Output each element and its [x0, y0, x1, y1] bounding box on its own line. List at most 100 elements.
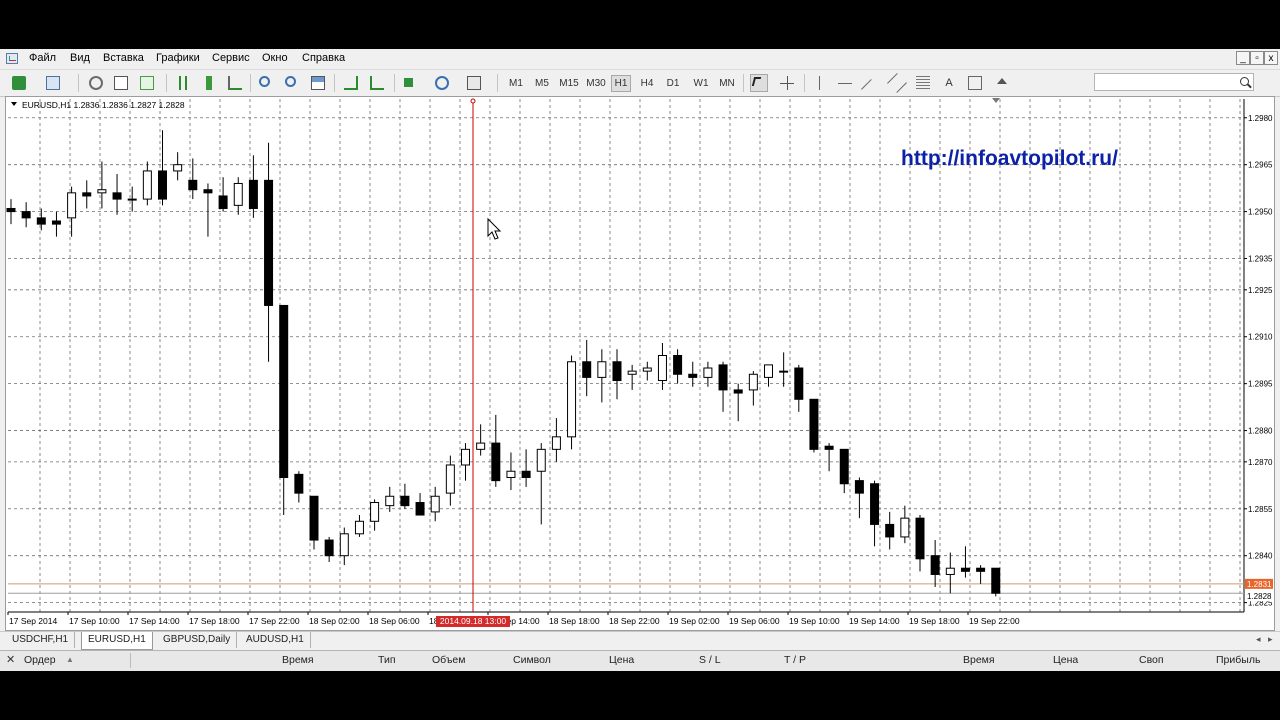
menu-insert[interactable]: Вставка — [103, 52, 144, 64]
y-tick-label: 1.2950 — [1248, 208, 1273, 217]
restore-button[interactable]: ▫ — [1250, 51, 1264, 65]
col-order[interactable]: Ордер — [24, 654, 56, 666]
timeframe-m15[interactable]: M15 — [557, 75, 581, 92]
new-chart-button[interactable] — [10, 74, 28, 92]
candle — [809, 398, 819, 453]
candle-body-bull — [233, 182, 243, 206]
search-input[interactable] — [1094, 73, 1254, 91]
minimize-button[interactable]: _ — [1236, 51, 1250, 65]
candle-body-bear — [612, 361, 622, 382]
menu-tools[interactable]: Сервис — [212, 52, 250, 64]
col-tp[interactable]: T / P — [784, 654, 806, 666]
tab-eurusd[interactable]: EURUSD,H1 — [81, 632, 153, 650]
close-button[interactable]: x — [1264, 51, 1278, 65]
col-profit[interactable]: Прибыль — [1216, 654, 1260, 666]
candle-body-bear — [915, 517, 925, 560]
vertical-line-button[interactable] — [810, 74, 828, 92]
auto-scroll-icon — [344, 76, 358, 90]
chart-window[interactable]: 1.2980 1.2965 1.2950 1.2935 1.2925 1.2910 1.28… — [5, 96, 1275, 631]
y-tick-label: 1.2840 — [1248, 552, 1273, 561]
tile-windows-icon — [311, 76, 325, 90]
candlestick-button[interactable] — [200, 74, 218, 92]
timeframe-mn[interactable]: MN — [716, 75, 738, 92]
col-sl[interactable]: S / L — [699, 654, 721, 666]
zoom-in-button[interactable] — [257, 74, 275, 92]
col-type[interactable]: Тип — [378, 654, 396, 666]
timeframe-m5[interactable]: M5 — [531, 75, 553, 92]
candle-body-bear — [809, 398, 819, 450]
timeframe-m30[interactable]: M30 — [584, 75, 608, 92]
y-tick-label: 1.2925 — [1248, 286, 1273, 295]
col-volume[interactable]: Объем — [432, 654, 465, 666]
candle-body-bear — [839, 448, 849, 485]
x-tick-label: 19 Sep 18:00 — [909, 616, 960, 626]
arrows-button[interactable] — [993, 74, 1011, 92]
candle-body-bull — [567, 361, 577, 438]
navigator-button[interactable] — [112, 74, 130, 92]
col-symbol[interactable]: Символ — [513, 654, 551, 666]
tile-windows-button[interactable] — [309, 74, 327, 92]
timeframe-d1[interactable]: D1 — [663, 75, 683, 92]
indicators-button[interactable] — [401, 74, 419, 92]
templates-button[interactable] — [465, 74, 483, 92]
text-label-button[interactable] — [966, 74, 984, 92]
timeframe-h1[interactable]: H1 — [611, 75, 631, 92]
watermark-url: http://infoavtopilot.ru/ — [901, 147, 1118, 170]
candle-body-bear — [673, 355, 683, 375]
candle-body-bull — [142, 170, 152, 200]
channel-button[interactable] — [887, 73, 907, 93]
crosshair-tool-button[interactable] — [778, 74, 796, 92]
timeframe-w1[interactable]: W1 — [690, 75, 712, 92]
col-price[interactable]: Цена — [609, 654, 634, 666]
candle-body-bull — [900, 517, 910, 538]
column-divider — [130, 653, 131, 668]
fibonacci-button[interactable] — [914, 74, 932, 92]
data-window-button[interactable] — [138, 74, 156, 92]
timeframe-h4[interactable]: H4 — [637, 75, 657, 92]
text-tool-button[interactable]: A — [940, 74, 958, 92]
auto-scroll-button[interactable] — [342, 74, 360, 92]
timeframe-m1[interactable]: M1 — [505, 75, 527, 92]
candle-body-bear — [824, 445, 834, 450]
col-close-time[interactable]: Время — [963, 654, 995, 666]
candle-body-bear — [960, 567, 970, 572]
tab-scroll-right-icon[interactable]: ▸ — [1268, 634, 1273, 645]
col-swap[interactable]: Своп — [1139, 654, 1164, 666]
periods-button[interactable] — [433, 74, 451, 92]
menu-window[interactable]: Окно — [262, 52, 288, 64]
tab-audusd[interactable]: AUDUSD,H1 — [240, 632, 311, 648]
bar-chart-button[interactable] — [174, 74, 192, 92]
trendline-button[interactable] — [861, 74, 881, 99]
new-chart-icon — [12, 76, 26, 90]
chart-shift-button[interactable] — [368, 74, 386, 92]
price-chart[interactable]: 1.2980 1.2965 1.2950 1.2935 1.2925 1.2910 1.28… — [6, 97, 1274, 630]
tab-usdchf[interactable]: USDCHF,H1 — [6, 632, 76, 648]
menu-help[interactable]: Справка — [302, 52, 345, 64]
market-watch-button[interactable] — [87, 74, 105, 92]
tab-gbpusd[interactable]: GBPUSD,Daily — [157, 632, 238, 648]
horizontal-line-button[interactable] — [836, 74, 854, 92]
zoom-out-button[interactable] — [283, 74, 301, 92]
x-tick-label: 17 Sep 22:00 — [249, 616, 300, 626]
y-tick-label: 1.2880 — [1248, 427, 1273, 436]
arrows-icon — [997, 78, 1007, 84]
candle-body-bull — [597, 361, 607, 378]
profiles-button[interactable] — [44, 74, 62, 92]
col-time[interactable]: Время — [282, 654, 314, 666]
x-tick-label: 18 Sep 18:00 — [549, 616, 600, 626]
menu-charts[interactable]: Графики — [156, 52, 200, 64]
menu-view[interactable]: Вид — [70, 52, 90, 64]
candle-body-bull — [339, 533, 349, 557]
candle-body-bull — [461, 448, 470, 466]
candle-body-bear — [203, 189, 213, 194]
col-close-price[interactable]: Цена — [1053, 654, 1078, 666]
line-chart-button[interactable] — [226, 74, 244, 92]
close-terminal-icon[interactable]: ✕ — [6, 653, 15, 666]
candle-body-bull — [354, 520, 364, 535]
menu-file[interactable]: Файл — [29, 52, 56, 64]
cursor-tool-button[interactable] — [750, 74, 768, 92]
clock-icon — [435, 76, 449, 90]
candle-body-bull — [703, 367, 713, 378]
candle-body-bull — [370, 502, 380, 522]
tab-scroll-left-icon[interactable]: ◂ — [1256, 634, 1261, 645]
